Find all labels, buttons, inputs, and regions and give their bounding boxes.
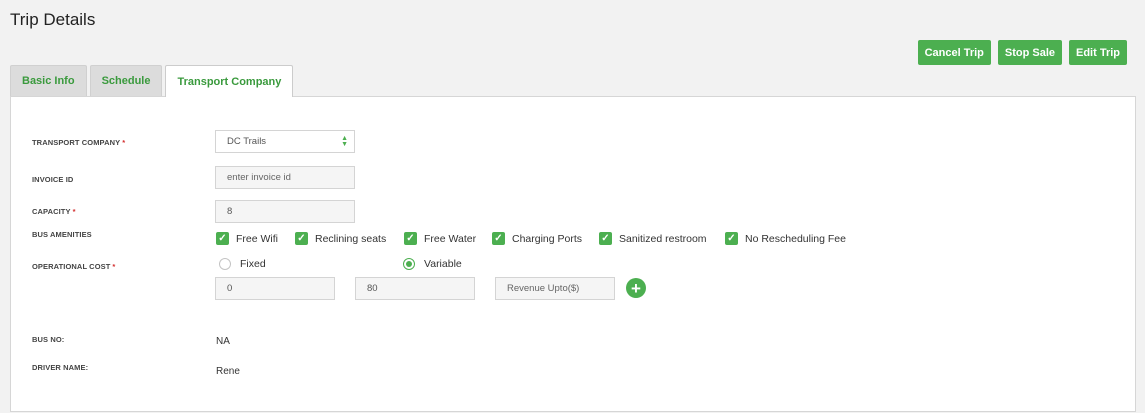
amenity-label: Free Wifi (236, 232, 278, 245)
transport-company-value: DC Trails (227, 136, 267, 147)
transport-company-select[interactable]: DC Trails ▲ ▼ (215, 130, 355, 153)
bus-amenities-label: BUS AMENITIES (32, 230, 92, 239)
transport-company-panel: TRANSPORT COMPANY * DC Trails ▲ ▼ INVOICE … (10, 96, 1136, 412)
required-marker: * (72, 207, 76, 216)
variable-cost-radio[interactable]: Variable (403, 258, 462, 270)
operational-cost-label-text: OPERATIONAL COST (32, 262, 111, 271)
driver-name-value: Rene (216, 366, 240, 377)
check-icon: ✓ (404, 232, 417, 245)
variable-label: Variable (424, 258, 462, 270)
required-marker: * (122, 138, 126, 147)
fixed-label: Fixed (240, 258, 266, 270)
tab-transport-company[interactable]: Transport Company (165, 65, 294, 97)
bus-no-value: NA (216, 336, 230, 347)
amenity-charging-ports-checkbox[interactable]: ✓ Charging Ports (492, 232, 582, 245)
revenue-upto-placeholder: Revenue Upto($) (507, 283, 580, 294)
invoice-id-placeholder: enter invoice id (227, 172, 291, 183)
required-marker: * (112, 262, 116, 271)
check-icon: ✓ (216, 232, 229, 245)
revenue-upto-input[interactable]: Revenue Upto($) (495, 277, 615, 300)
amenity-label: No Rescheduling Fee (745, 232, 846, 245)
capacity-label-text: CAPACITY (32, 207, 71, 216)
amenity-label: Free Water (424, 232, 477, 245)
capacity-value: 8 (227, 206, 233, 217)
tab-bar: Basic Info Schedule Transport Company (10, 65, 294, 97)
check-icon: ✓ (492, 232, 505, 245)
amenity-label: Charging Ports (512, 232, 583, 245)
cost-from-input[interactable]: 0 (215, 277, 335, 300)
plus-icon[interactable]: + (626, 278, 646, 298)
tab-basic-info[interactable]: Basic Info (10, 65, 87, 96)
radio-unchecked-icon (219, 258, 231, 270)
transport-company-label-text: TRANSPORT COMPANY (32, 138, 121, 147)
cancel-trip-button[interactable]: Cancel Trip (917, 40, 991, 65)
operational-cost-label: OPERATIONAL COST * (32, 262, 115, 271)
amenity-label: Sanitized restroom (619, 232, 707, 245)
capacity-label: CAPACITY * (32, 207, 76, 216)
check-icon: ✓ (295, 232, 308, 245)
bus-no-label: BUS NO: (32, 335, 65, 344)
transport-company-label: TRANSPORT COMPANY * (32, 138, 125, 147)
page-title: Trip Details (10, 10, 96, 29)
radio-checked-icon (403, 258, 415, 270)
edit-trip-button[interactable]: Edit Trip (1069, 40, 1127, 65)
check-icon: ✓ (725, 232, 738, 245)
tab-schedule[interactable]: Schedule (89, 65, 163, 96)
cost-from-value: 0 (227, 283, 233, 294)
cost-to-value: 80 (367, 283, 378, 294)
select-arrows-icon: ▲ ▼ (341, 135, 348, 148)
amenity-free-water-checkbox[interactable]: ✓ Free Water (404, 232, 476, 245)
driver-name-label: DRIVER NAME: (32, 363, 89, 372)
check-icon: ✓ (599, 232, 612, 245)
capacity-input[interactable]: 8 (215, 200, 355, 223)
amenity-free-wifi-checkbox[interactable]: ✓ Free Wifi (216, 232, 278, 245)
cost-to-input[interactable]: 80 (355, 277, 475, 300)
amenity-label: Reclining seats (315, 232, 387, 245)
stop-sale-button[interactable]: Stop Sale (997, 40, 1062, 65)
invoice-id-label: INVOICE ID (32, 175, 74, 184)
amenity-no-rescheduling-fee-checkbox[interactable]: ✓ No Rescheduling Fee (725, 232, 846, 245)
amenity-sanitized-restroom-checkbox[interactable]: ✓ Sanitized restroom (599, 232, 707, 245)
amenity-reclining-seats-checkbox[interactable]: ✓ Reclining seats (295, 232, 386, 245)
action-bar: Cancel Trip Stop Sale Edit Trip (917, 40, 1127, 65)
invoice-id-input[interactable]: enter invoice id (215, 166, 355, 189)
fixed-cost-radio[interactable]: Fixed (219, 258, 266, 270)
